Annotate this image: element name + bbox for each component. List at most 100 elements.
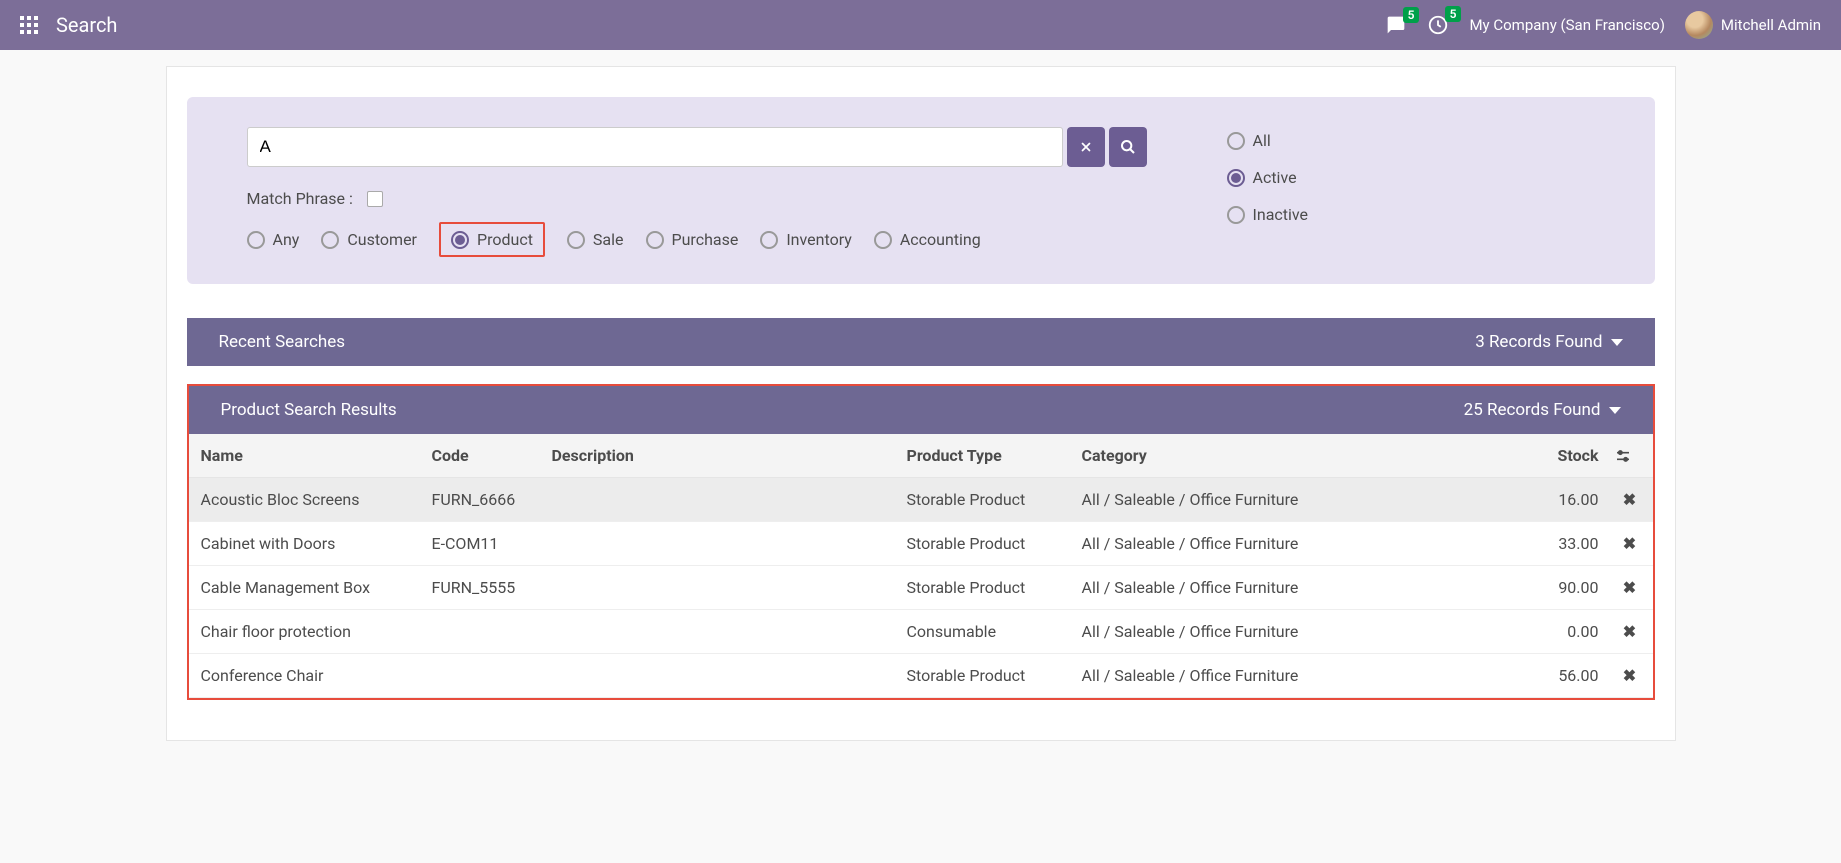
results-title: Product Search Results (221, 400, 397, 420)
apps-icon[interactable] (20, 16, 38, 34)
cell-product-type: Storable Product (899, 522, 1074, 566)
cell-code: FURN_6666 (424, 478, 544, 522)
scope-label: Inventory (786, 230, 852, 249)
scope-label: Any (273, 230, 300, 249)
page-content: Match Phrase : Any Customer Product Sale Pur… (166, 66, 1676, 741)
radio-icon (646, 231, 664, 249)
scope-radio-customer[interactable]: Customer (321, 230, 417, 249)
cell-name: Chair floor protection (189, 610, 424, 654)
delete-row-button[interactable]: ✖ (1623, 534, 1636, 553)
delete-row-button[interactable]: ✖ (1623, 666, 1636, 685)
table-row[interactable]: Cabinet with DoorsE-COM11 Storable Produc… (189, 522, 1653, 566)
recent-searches-title: Recent Searches (219, 332, 346, 352)
col-settings[interactable] (1607, 434, 1653, 478)
match-phrase-label: Match Phrase : (247, 189, 353, 208)
page-title: Search (56, 13, 117, 37)
cell-description (544, 610, 899, 654)
cell-category: All / Saleable / Office Furniture (1074, 522, 1487, 566)
results-bar[interactable]: Product Search Results 25 Records Found (189, 386, 1653, 434)
topbar: Search 5 5 My Company (San Francisco) Mi… (0, 0, 1841, 50)
col-code[interactable]: Code (424, 434, 544, 478)
cell-stock: 56.00 (1487, 654, 1607, 698)
match-phrase-checkbox[interactable] (367, 191, 383, 207)
search-icon (1120, 139, 1136, 155)
cell-category: All / Saleable / Office Furniture (1074, 566, 1487, 610)
delete-row-button[interactable]: ✖ (1623, 578, 1636, 597)
cell-description (544, 478, 899, 522)
clear-button[interactable] (1067, 127, 1105, 167)
cell-stock: 33.00 (1487, 522, 1607, 566)
scope-radio-inventory[interactable]: Inventory (760, 230, 852, 249)
cell-product-type: Storable Product (899, 478, 1074, 522)
scope-label: Accounting (900, 230, 981, 249)
col-name[interactable]: Name (189, 434, 424, 478)
col-description[interactable]: Description (544, 434, 899, 478)
cell-name: Cabinet with Doors (189, 522, 424, 566)
radio-icon (1227, 206, 1245, 224)
radio-icon (1227, 132, 1245, 150)
status-radio-active[interactable]: Active (1227, 168, 1309, 187)
radio-icon (760, 231, 778, 249)
scope-radio-purchase[interactable]: Purchase (646, 230, 739, 249)
cell-category: All / Saleable / Office Furniture (1074, 478, 1487, 522)
cell-code: FURN_5555 (424, 566, 544, 610)
radio-icon (247, 231, 265, 249)
recent-searches-bar[interactable]: Recent Searches 3 Records Found (187, 318, 1655, 366)
cell-stock: 90.00 (1487, 566, 1607, 610)
radio-icon (567, 231, 585, 249)
results-count: 25 Records Found (1464, 400, 1601, 420)
status-label: All (1253, 131, 1271, 150)
chevron-down-icon (1611, 339, 1623, 346)
status-radio-inactive[interactable]: Inactive (1227, 205, 1309, 224)
avatar (1685, 11, 1713, 39)
cell-stock: 0.00 (1487, 610, 1607, 654)
user-menu[interactable]: Mitchell Admin (1685, 11, 1821, 39)
close-icon (1079, 140, 1093, 154)
delete-row-button[interactable]: ✖ (1623, 622, 1636, 641)
radio-icon (1227, 169, 1245, 187)
col-category[interactable]: Category (1074, 434, 1487, 478)
scope-radio-any[interactable]: Any (247, 230, 300, 249)
activities-button[interactable]: 5 (1427, 14, 1449, 36)
scope-radio-sale[interactable]: Sale (567, 230, 624, 249)
search-panel: Match Phrase : Any Customer Product Sale Pur… (187, 97, 1655, 284)
cell-description (544, 522, 899, 566)
status-radio-group: All Active Inactive (1227, 127, 1309, 249)
cell-product-type: Storable Product (899, 654, 1074, 698)
scope-label: Sale (593, 230, 624, 249)
status-radio-all[interactable]: All (1227, 131, 1309, 150)
search-input[interactable] (247, 127, 1063, 167)
messages-button[interactable]: 5 (1385, 15, 1407, 35)
radio-icon (321, 231, 339, 249)
results-block: Product Search Results 25 Records Found … (187, 384, 1655, 700)
table-row[interactable]: Conference ChairStorable ProductAll / Sa… (189, 654, 1653, 698)
table-row[interactable]: Acoustic Bloc ScreensFURN_6666Storable P… (189, 478, 1653, 522)
results-table: Name Code Description Product Type Categ… (189, 434, 1653, 698)
scope-radio-product[interactable]: Product (439, 222, 545, 257)
recent-count: 3 Records Found (1475, 332, 1602, 352)
scope-radio-accounting[interactable]: Accounting (874, 230, 981, 249)
cell-code (424, 654, 544, 698)
company-selector[interactable]: My Company (San Francisco) (1469, 16, 1664, 34)
cell-product-type: Consumable (899, 610, 1074, 654)
status-label: Inactive (1253, 205, 1309, 224)
sliders-icon (1615, 448, 1631, 464)
col-stock[interactable]: Stock (1487, 434, 1607, 478)
scope-label: Purchase (672, 230, 739, 249)
cell-category: All / Saleable / Office Furniture (1074, 610, 1487, 654)
cell-name: Conference Chair (189, 654, 424, 698)
table-row[interactable]: Chair floor protection ConsumableAll / Sa… (189, 610, 1653, 654)
cell-description (544, 566, 899, 610)
chevron-down-icon (1609, 407, 1621, 414)
cell-stock: 16.00 (1487, 478, 1607, 522)
col-product-type[interactable]: Product Type (899, 434, 1074, 478)
cell-code: E-COM11 (424, 522, 544, 566)
search-button[interactable] (1109, 127, 1147, 167)
cell-name: Cable Management Box (189, 566, 424, 610)
delete-row-button[interactable]: ✖ (1623, 490, 1636, 509)
messages-badge: 5 (1403, 7, 1420, 23)
cell-code (424, 610, 544, 654)
radio-icon (451, 231, 469, 249)
user-name: Mitchell Admin (1721, 16, 1821, 34)
table-row[interactable]: Cable Management BoxFURN_5555Storable Pr… (189, 566, 1653, 610)
